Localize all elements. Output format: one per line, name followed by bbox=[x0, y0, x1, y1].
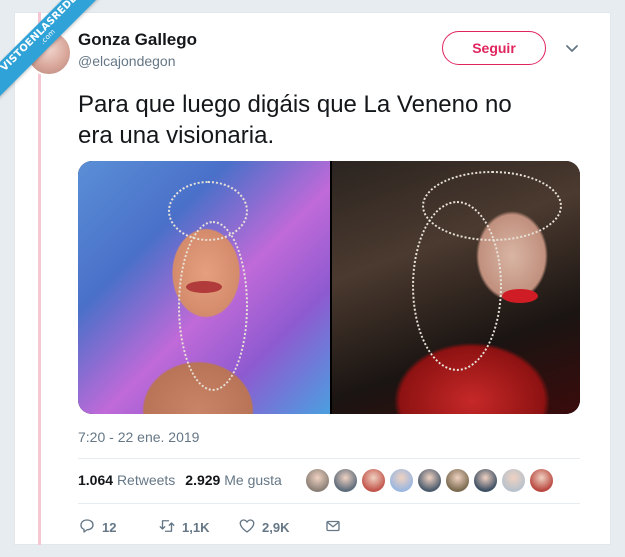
liker-avatar[interactable] bbox=[333, 468, 358, 493]
retweet-icon bbox=[158, 517, 176, 538]
likes-count: 2.929 bbox=[185, 472, 221, 488]
tweet-text: Para que luego digáis que La Veneno no e… bbox=[78, 89, 588, 151]
likes-label: Me gusta bbox=[224, 472, 282, 488]
tweet-stats: 1.064 Retweets 2.929 Me gusta bbox=[78, 472, 282, 488]
liker-avatar[interactable] bbox=[417, 468, 442, 493]
lips bbox=[186, 281, 222, 293]
follow-button[interactable]: Seguir bbox=[442, 31, 546, 65]
lips bbox=[501, 289, 538, 303]
liker-avatars bbox=[305, 468, 554, 493]
author-handle[interactable]: @elcajondegon bbox=[78, 53, 176, 69]
like-count: 2,9K bbox=[262, 520, 290, 535]
headpiece-chain bbox=[411, 201, 502, 371]
tweet-actions: 12 1,1K 2,9K bbox=[78, 517, 342, 538]
like-button[interactable]: 2,9K bbox=[238, 517, 324, 538]
liker-avatar[interactable] bbox=[305, 468, 330, 493]
liker-avatar[interactable] bbox=[529, 468, 554, 493]
reply-button[interactable]: 12 bbox=[78, 517, 158, 538]
author-name[interactable]: Gonza Gallego bbox=[78, 30, 197, 50]
media-image-right[interactable] bbox=[331, 161, 580, 414]
headpiece-chain bbox=[178, 221, 248, 391]
tweet-media[interactable] bbox=[78, 161, 580, 414]
retweets-stat[interactable]: 1.064 Retweets bbox=[78, 472, 175, 488]
retweets-count: 1.064 bbox=[78, 472, 114, 488]
chevron-down-icon[interactable] bbox=[564, 40, 580, 56]
tweet-text-line-1: Para que luego digáis que La Veneno no bbox=[78, 91, 512, 118]
thread-line bbox=[38, 12, 41, 545]
retweets-label: Retweets bbox=[116, 472, 176, 488]
reply-icon bbox=[78, 517, 96, 538]
liker-avatar[interactable] bbox=[501, 468, 526, 493]
heart-icon bbox=[238, 517, 256, 538]
retweet-count: 1,1K bbox=[182, 520, 210, 535]
media-image-left[interactable] bbox=[78, 161, 330, 414]
tweet-text-line-2: era una visionaria. bbox=[78, 122, 275, 149]
divider bbox=[78, 458, 580, 459]
liker-avatar[interactable] bbox=[389, 468, 414, 493]
liker-avatar[interactable] bbox=[445, 468, 470, 493]
retweet-button[interactable]: 1,1K bbox=[158, 517, 238, 538]
divider bbox=[78, 503, 580, 504]
liker-avatar[interactable] bbox=[473, 468, 498, 493]
direct-message-button[interactable] bbox=[324, 517, 342, 538]
envelope-icon bbox=[324, 517, 342, 538]
tweet-timestamp[interactable]: 7:20 - 22 ene. 2019 bbox=[78, 429, 199, 445]
liker-avatar[interactable] bbox=[361, 468, 386, 493]
reply-count: 12 bbox=[102, 520, 117, 535]
likes-stat[interactable]: 2.929 Me gusta bbox=[185, 472, 282, 488]
